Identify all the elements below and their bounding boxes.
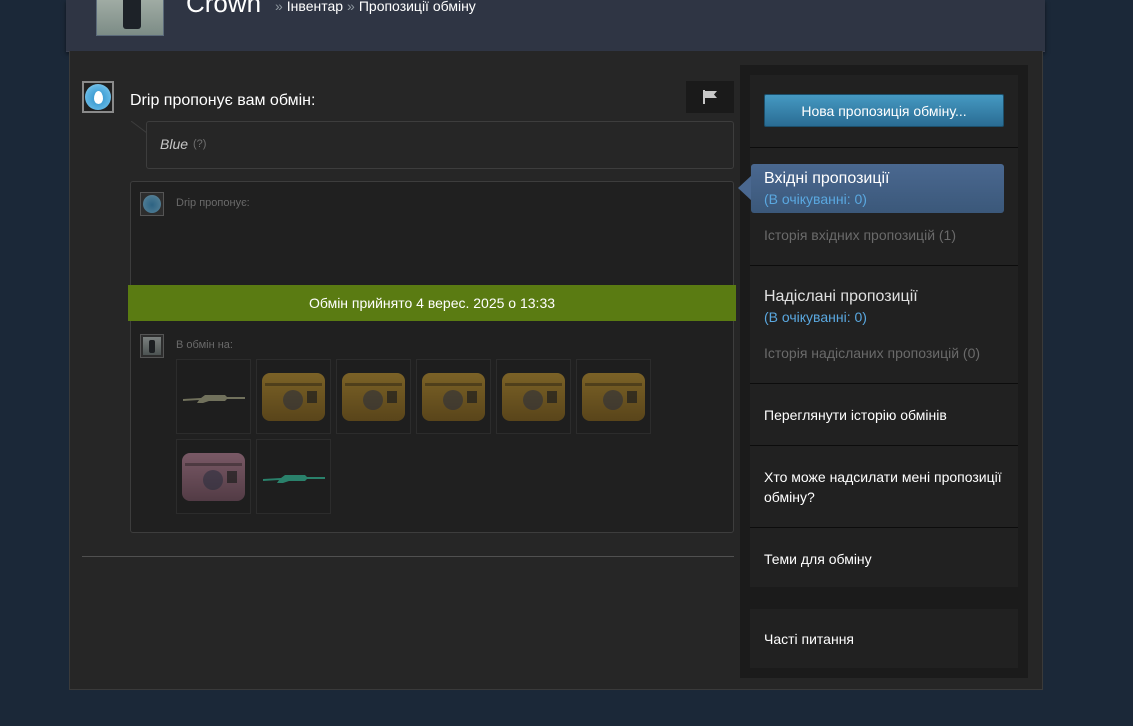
trade-item-rifle[interactable] [256, 439, 331, 514]
profile-header: Crown » Інвентар » Пропозиції обміну [66, 0, 1045, 52]
profile-avatar[interactable] [96, 0, 164, 36]
trade-item-case[interactable] [576, 359, 651, 434]
trade-accepted-banner: Обмін прийнято 4 верес. 2025 о 13:33 [128, 285, 736, 321]
trade-item-case[interactable] [176, 439, 251, 514]
message-help-icon[interactable]: (?) [193, 138, 206, 150]
sidebar-divider [750, 527, 1018, 528]
trade-item-case[interactable] [496, 359, 571, 434]
incoming-pending-count[interactable]: (В очікуванні: 0) [764, 191, 867, 207]
trade-topics-link[interactable]: Теми для обміну [764, 549, 872, 569]
your-mini-avatar[interactable] [140, 334, 164, 358]
water-drop-icon [143, 195, 161, 213]
trade-item-case[interactable] [256, 359, 331, 434]
your-offer-label: В обмін на: [176, 339, 233, 351]
sent-pending-count[interactable]: (В очікуванні: 0) [764, 309, 867, 325]
view-trade-history-link[interactable]: Переглянути історію обмінів [764, 405, 947, 425]
report-button[interactable] [686, 81, 734, 113]
breadcrumb-separator: » [347, 0, 355, 14]
incoming-history-link[interactable]: Історія вхідних пропозицій (1) [764, 227, 956, 243]
sidebar-divider [750, 147, 1018, 148]
rifle-icon [183, 395, 245, 403]
avatar-figure [123, 0, 141, 29]
partner-offer-label: Drip пропонує: [176, 197, 250, 209]
incoming-offers-title[interactable]: Вхідні пропозиції [764, 170, 890, 188]
new-trade-offer-button[interactable]: Нова пропозиція обміну... [764, 94, 1004, 127]
trade-item-case[interactable] [336, 359, 411, 434]
faq-link[interactable]: Часті питання [764, 629, 854, 649]
offer-message: Blue [160, 136, 189, 152]
message-bubble-tail [131, 121, 147, 133]
offer-message-box [146, 121, 734, 169]
sidebar-divider [750, 265, 1018, 266]
active-tab-arrow [738, 175, 752, 201]
who-can-send-offers-link[interactable]: Хто може надсилати мені пропозиції обмін… [764, 467, 1010, 507]
breadcrumb-trade-offers-link[interactable]: Пропозиції обміну [359, 0, 476, 14]
profile-username[interactable]: Crown [186, 0, 261, 19]
partner-avatar[interactable] [82, 81, 114, 113]
partner-mini-avatar[interactable] [140, 192, 164, 216]
sent-offers-title[interactable]: Надіслані пропозиції [764, 288, 918, 306]
breadcrumb-inventory-link[interactable]: Інвентар [287, 0, 343, 14]
offer-title: Drip пропонує вам обмін: [130, 92, 316, 109]
breadcrumb-separator: » [275, 0, 283, 14]
section-divider [82, 556, 734, 557]
person-icon [143, 337, 161, 355]
flag-icon [703, 90, 717, 104]
water-drop-icon [85, 84, 111, 110]
sidebar-divider [750, 445, 1018, 446]
trade-item-rifle[interactable] [176, 359, 251, 434]
sent-history-link[interactable]: Історія надісланих пропозицій (0) [764, 345, 980, 361]
sidebar-panel [750, 75, 1018, 587]
rifle-icon [263, 475, 325, 483]
breadcrumb: » Інвентар » Пропозиції обміну [271, 0, 476, 14]
trade-item-case[interactable] [416, 359, 491, 434]
sidebar-divider [750, 383, 1018, 384]
